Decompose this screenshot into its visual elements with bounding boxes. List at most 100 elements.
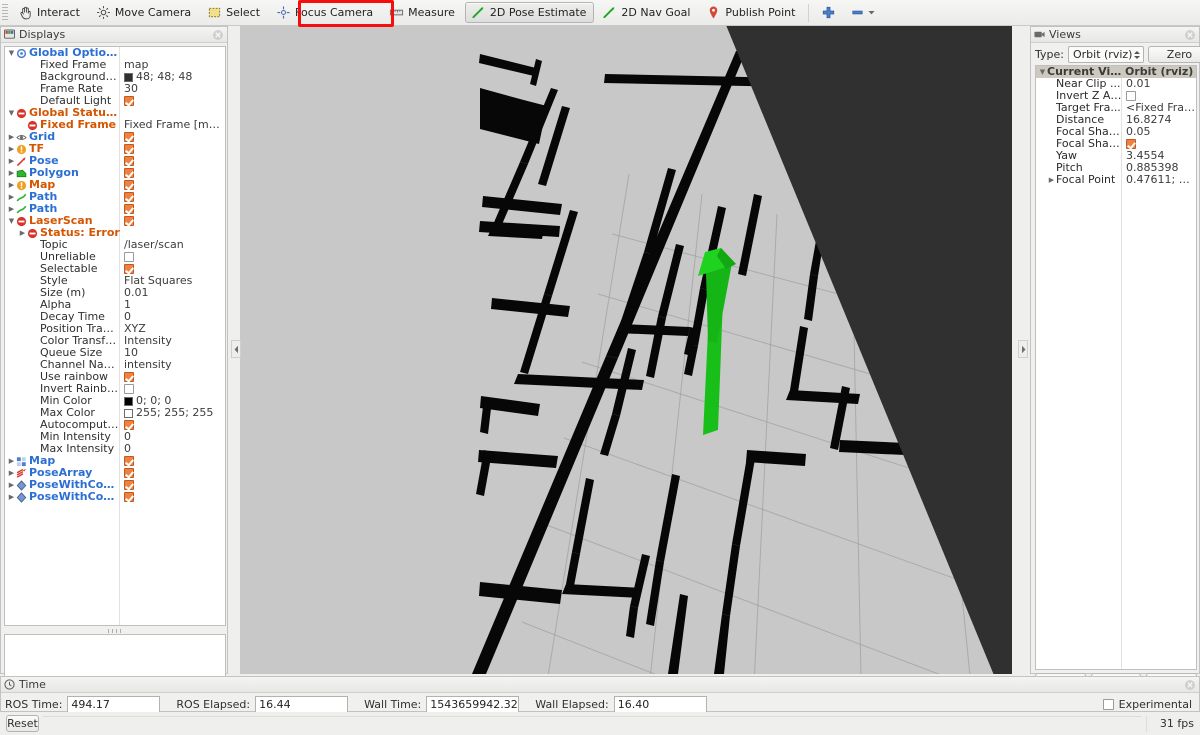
displays-tree-row[interactable]: Background Color 48; 48; 48: [5, 71, 225, 83]
reset-button[interactable]: Reset: [6, 715, 39, 732]
displays-row-checkbox[interactable]: [124, 192, 134, 202]
views-row-value-cell[interactable]: 0.47611; 1.8742;...: [1122, 174, 1196, 186]
displays-tree-row[interactable]: Min Intensity 0: [5, 431, 225, 443]
expand-arrow-icon[interactable]: ▶: [7, 203, 16, 215]
displays-tree-row[interactable]: Max Intensity 0: [5, 443, 225, 455]
displays-row-checkbox[interactable]: [124, 132, 134, 142]
displays-row-value-cell[interactable]: [120, 192, 224, 202]
displays-row-value-cell[interactable]: Intensity: [120, 335, 224, 347]
displays-row-value-cell[interactable]: 1: [120, 299, 224, 311]
displays-row-value-cell[interactable]: 0: [120, 443, 224, 455]
displays-tree-row[interactable]: Autocompute Int...: [5, 419, 225, 431]
displays-row-value-cell[interactable]: map: [120, 59, 224, 71]
displays-row-value-cell[interactable]: intensity: [120, 359, 224, 371]
displays-tree-row[interactable]: Channel Name intensity: [5, 359, 225, 371]
displays-row-checkbox[interactable]: [124, 216, 134, 226]
displays-row-value-cell[interactable]: [120, 180, 224, 190]
collapse-arrow-icon[interactable]: ▼: [7, 47, 16, 59]
displays-tree-row[interactable]: Position Transfor... XYZ: [5, 323, 225, 335]
displays-tree-row[interactable]: ▶ PoseWithCovari...: [5, 491, 225, 503]
displays-tree-row[interactable]: Max Color 255; 255; 255: [5, 407, 225, 419]
expand-arrow-icon[interactable]: ▶: [7, 167, 16, 179]
render-viewport-3d[interactable]: [240, 26, 1012, 674]
views-row-checkbox[interactable]: [1126, 139, 1136, 149]
displays-row-value-cell[interactable]: [120, 384, 224, 394]
displays-row-value-cell[interactable]: [120, 456, 224, 466]
displays-tree-row[interactable]: ▶ Path: [5, 191, 225, 203]
views-tree-row[interactable]: Invert Z Axis: [1036, 90, 1196, 102]
tool-2d-nav-goal[interactable]: 2D Nav Goal: [596, 2, 698, 23]
displays-tree-row[interactable]: ▼ Global Status: Er...: [5, 107, 225, 119]
displays-row-value-cell[interactable]: [120, 216, 224, 226]
tool-measure[interactable]: Measure: [383, 2, 463, 23]
viewport-collapse-left-handle[interactable]: [231, 340, 241, 358]
expand-arrow-icon[interactable]: ▶: [7, 467, 16, 479]
displays-row-checkbox[interactable]: [124, 144, 134, 154]
views-row-value-cell[interactable]: 0.885398: [1122, 162, 1196, 174]
expand-arrow-icon[interactable]: ▼: [1038, 66, 1047, 78]
displays-row-value-cell[interactable]: [120, 468, 224, 478]
displays-row-value-cell[interactable]: [120, 156, 224, 166]
displays-tree-row[interactable]: Selectable: [5, 263, 225, 275]
displays-row-value-cell[interactable]: [120, 96, 224, 106]
tool-remove-tool[interactable]: [845, 2, 881, 23]
displays-tree-row[interactable]: Unreliable: [5, 251, 225, 263]
displays-row-checkbox[interactable]: [124, 372, 134, 382]
displays-row-value-cell[interactable]: 0: [120, 431, 224, 443]
displays-tree-row[interactable]: Style Flat Squares: [5, 275, 225, 287]
views-tree-row[interactable]: Target Fra... <Fixed Frame>: [1036, 102, 1196, 114]
time-field-input[interactable]: 494.17: [67, 696, 161, 713]
views-tree-row[interactable]: Distance 16.8274: [1036, 114, 1196, 126]
views-row-value-cell[interactable]: [1122, 91, 1196, 101]
time-field-input[interactable]: 16.44: [255, 696, 349, 713]
experimental-toggle[interactable]: Experimental: [1102, 698, 1192, 711]
displays-tree-row[interactable]: ▶ PoseWithCovari...: [5, 479, 225, 491]
displays-tree-row[interactable]: ▶ PoseArray: [5, 467, 225, 479]
viewport-collapse-right-handle[interactable]: [1018, 340, 1028, 358]
views-row-value-cell[interactable]: 3.4554: [1122, 150, 1196, 162]
displays-row-checkbox[interactable]: [124, 492, 134, 502]
overflow-chevron-icon[interactable]: [867, 8, 876, 17]
displays-tree-row[interactable]: Decay Time 0: [5, 311, 225, 323]
views-row-value-cell[interactable]: 16.8274: [1122, 114, 1196, 126]
view-type-select[interactable]: Orbit (rviz): [1067, 46, 1145, 63]
displays-row-checkbox[interactable]: [124, 204, 134, 214]
displays-row-checkbox[interactable]: [124, 156, 134, 166]
displays-row-checkbox[interactable]: [124, 420, 134, 430]
displays-tree-row[interactable]: Topic/laser/scan: [5, 239, 225, 251]
displays-row-value-cell[interactable]: 0.01: [120, 287, 224, 299]
displays-row-checkbox[interactable]: [124, 480, 134, 490]
displays-tree-row[interactable]: Fixed Frame Fixed Frame [map] doe...: [5, 119, 225, 131]
displays-tree-row[interactable]: ▶ Map: [5, 179, 225, 191]
displays-tree-row[interactable]: ▶ Pose: [5, 155, 225, 167]
close-icon[interactable]: [1184, 679, 1196, 691]
displays-tree-row[interactable]: Frame Rate 30: [5, 83, 225, 95]
collapse-arrow-icon[interactable]: ▼: [7, 215, 16, 227]
toolbar-drag-grip[interactable]: [2, 3, 8, 22]
expand-arrow-icon[interactable]: ▶: [7, 455, 16, 467]
tool-select[interactable]: Select: [201, 2, 268, 23]
displays-tree-row[interactable]: ▶ TF: [5, 143, 225, 155]
zero-view-button[interactable]: Zero: [1148, 46, 1200, 63]
expand-arrow-icon[interactable]: ▶: [7, 143, 16, 155]
displays-tree-row[interactable]: Fixed Frame map: [5, 59, 225, 71]
experimental-checkbox[interactable]: [1102, 699, 1114, 710]
displays-tree-row[interactable]: ▼ Global Options: [5, 47, 225, 59]
views-row-value-cell[interactable]: 0.01: [1122, 78, 1196, 90]
close-icon[interactable]: [212, 29, 224, 41]
displays-row-value-cell[interactable]: 0; 0; 0: [120, 395, 224, 407]
displays-tree-row[interactable]: ▼ LaserScan: [5, 215, 225, 227]
displays-tree-row[interactable]: Invert Rainbow: [5, 383, 225, 395]
views-tree-row[interactable]: Focal Shap...: [1036, 138, 1196, 150]
expand-arrow-icon[interactable]: ▶: [7, 179, 16, 191]
views-row-value-cell[interactable]: 0.05: [1122, 126, 1196, 138]
displays-tree-row[interactable]: Use rainbow: [5, 371, 225, 383]
displays-tree-row[interactable]: Size (m) 0.01: [5, 287, 225, 299]
displays-row-value-cell[interactable]: [120, 252, 224, 262]
displays-row-value-cell[interactable]: Fixed Frame [map] doe...: [120, 119, 224, 131]
expand-arrow-icon[interactable]: ▶: [7, 479, 16, 491]
tool-move-camera[interactable]: Move Camera: [90, 2, 199, 23]
displays-row-value-cell[interactable]: 48; 48; 48: [120, 71, 224, 83]
tool-focus-camera[interactable]: Focus Camera: [270, 2, 381, 23]
time-field-input[interactable]: 16.40: [613, 696, 707, 713]
